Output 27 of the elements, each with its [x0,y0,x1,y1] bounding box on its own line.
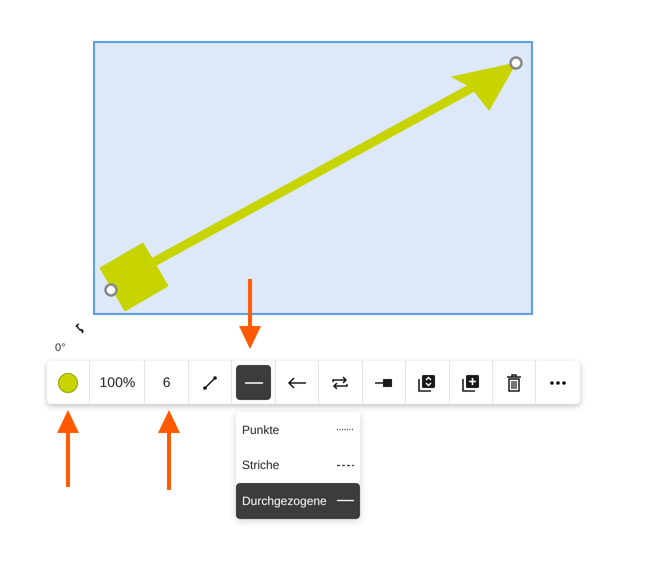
rotate-handle-icon[interactable] [75,323,84,334]
menu-item[interactable]: Striche [236,448,360,483]
menu-item[interactable]: Punkte [236,412,360,448]
line-end-icon [374,378,393,388]
swap-icon [331,374,350,390]
endpoint-handle[interactable] [509,56,523,70]
endpoint-handle[interactable] [104,283,118,297]
duplicate-icon [462,374,480,392]
menu-item-label: Striche [242,457,280,474]
menu-item[interactable]: Durchgezogene [236,483,360,518]
color-swatch[interactable] [58,372,78,392]
line-icon [202,374,218,390]
line-style-icon [337,464,354,467]
opacity-button[interactable]: 100% [96,372,140,393]
toolbar-button[interactable] [236,365,272,400]
arrow-left-icon [286,376,307,388]
rotation-label: 0° [55,341,66,356]
layers-icon [418,374,436,392]
menu-item-label: Durchgezogene [242,492,327,510]
width-button[interactable]: 6 [158,372,175,393]
menu-item-label: Punkte [242,422,280,439]
line-style-icon [337,428,354,432]
annotation-arrow [239,279,261,349]
more-icon [550,380,566,384]
trash-icon [506,374,522,392]
solid-line-icon [244,380,263,384]
line-style-icon [337,499,354,502]
